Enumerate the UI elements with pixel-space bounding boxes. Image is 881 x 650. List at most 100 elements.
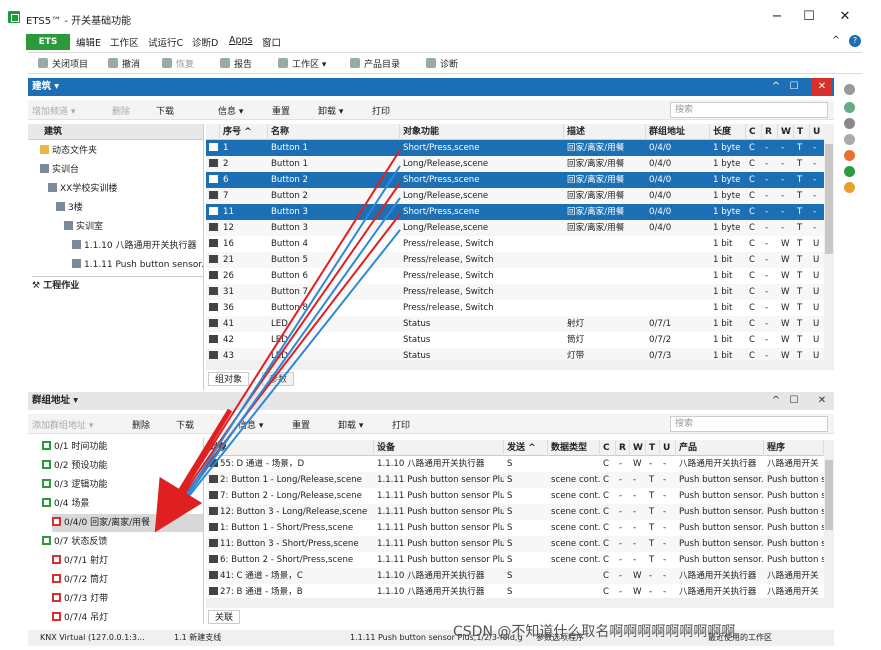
ga-column-header[interactable]: W <box>630 440 646 456</box>
ga-table-row[interactable]: 7: Button 2 - Long/Release,scene 1.1.11 P… <box>206 488 824 504</box>
ga-column-header[interactable]: R <box>616 440 630 456</box>
column-header[interactable]: R <box>762 124 778 140</box>
ga-table-row[interactable]: 27: B 通道 - 场景，B 1.1.10 八路通用开关执行器 S C - W - - 八路通… <box>206 584 824 598</box>
panel-close-icon[interactable]: ✕ <box>812 78 832 96</box>
work-item[interactable]: ⚒ 工程作业 <box>32 276 203 294</box>
search-icon[interactable] <box>844 118 855 129</box>
building-tree-item[interactable]: XX学校实训楼 <box>48 180 117 198</box>
ga-tree-item[interactable]: 0/7 状态反馈 <box>42 533 203 551</box>
ga-tree-item[interactable]: 0/4/0 回家/离家/用餐 <box>52 514 203 532</box>
connection-status[interactable]: KNX Virtual (127.0.0.1:3... <box>40 630 145 646</box>
collapse-ribbon-icon[interactable]: ^ <box>832 35 840 46</box>
undo-history-icon[interactable] <box>844 182 855 193</box>
table-row[interactable]: 12 Button 3 Long/Release,scene 回家/离家/用餐 0/4/… <box>206 220 824 236</box>
ga-tree-item[interactable]: 0/2 预设功能 <box>42 457 203 475</box>
play-icon[interactable] <box>844 166 855 177</box>
table-row[interactable]: 1 Button 1 Short/Press,scene 回家/离家/用餐 0/4/0 1… <box>206 140 824 156</box>
table-row[interactable]: 21 Button 5 Press/release, Switch 1 bit C - W T… <box>206 252 824 268</box>
table-row[interactable]: 31 Button 7 Press/release, Switch 1 bit C - W T… <box>206 284 824 300</box>
workspace-button[interactable]: 工作区 ▾ <box>278 57 326 70</box>
help-icon[interactable]: ? <box>849 35 861 47</box>
objects-scrollbar[interactable] <box>824 124 834 360</box>
minimize-button[interactable]: − <box>766 8 788 26</box>
table-row[interactable]: 16 Button 4 Press/release, Switch 1 bit C - W T… <box>206 236 824 252</box>
menu-diagnostics[interactable]: 诊断D <box>192 35 218 49</box>
panel-maximize-icon[interactable]: ☐ <box>786 78 802 96</box>
menu-apps[interactable]: Apps <box>229 35 253 46</box>
column-header[interactable]: 群组地址 <box>646 124 710 140</box>
ga-maximize-icon[interactable]: ☐ <box>786 392 802 410</box>
ga-column-header[interactable]: 发送 ^ <box>504 440 548 456</box>
table-row[interactable]: 42 LED Status 筒灯 0/7/2 1 bit C - W T U <box>206 332 824 348</box>
add-channel-button[interactable]: 增加频道 ▾ <box>32 104 75 117</box>
ga-column-header[interactable]: C <box>600 440 616 456</box>
ga-tree-item[interactable]: 0/1 时间功能 <box>42 438 203 456</box>
ga-close-icon[interactable]: ✕ <box>812 392 832 410</box>
menu-edit[interactable]: 编辑E <box>76 35 101 49</box>
ga-delete-button[interactable]: 删除 <box>132 418 150 431</box>
column-header[interactable]: 描述 <box>564 124 646 140</box>
ga-table-row[interactable]: 11: Button 3 - Short/Press,scene 1.1.11 P… <box>206 536 824 552</box>
ga-download-button[interactable]: 下载 <box>176 418 194 431</box>
ga-tree-item[interactable]: 0/7/2 筒灯 <box>52 571 203 589</box>
table-row[interactable]: 2 Button 1 Long/Release,scene 回家/离家/用餐 0/4/0… <box>206 156 824 172</box>
ga-column-header[interactable]: 产品 <box>676 440 764 456</box>
info-button[interactable]: 信息 ▾ <box>218 104 243 117</box>
table-row[interactable]: 41 LED Status 射灯 0/7/1 1 bit C - W T U <box>206 316 824 332</box>
catalog-icon[interactable] <box>844 102 855 113</box>
report-button[interactable]: 报告 <box>220 57 252 70</box>
menu-commissioning[interactable]: 试运行C <box>148 35 183 49</box>
maximize-button[interactable]: ☐ <box>798 8 820 26</box>
download-button[interactable]: 下载 <box>156 104 174 117</box>
table-row[interactable]: 36 Button 8 Press/release, Switch 1 bit C - W T… <box>206 300 824 316</box>
column-header[interactable]: 长度 <box>710 124 746 140</box>
ga-table-row[interactable]: 6: Button 2 - Short/Press,scene 1.1.11 Pu… <box>206 552 824 568</box>
properties-icon[interactable] <box>844 134 855 145</box>
ga-unload-button[interactable]: 卸载 ▾ <box>338 418 363 431</box>
building-tree-item[interactable]: 1.1.11 Push button sensor... <box>72 256 203 274</box>
redo-button[interactable]: 恢复 <box>162 57 194 70</box>
ga-tree-item[interactable]: 0/7/3 灯带 <box>52 590 203 608</box>
ga-hscrollbar[interactable] <box>206 598 834 608</box>
building-tree-item[interactable]: 3楼 <box>56 199 83 217</box>
tab-parameters[interactable]: 参数 <box>262 372 295 386</box>
reset-button[interactable]: 重置 <box>272 104 290 117</box>
column-header[interactable]: 对象功能 <box>400 124 564 140</box>
tab-group-objects[interactable]: 组对象 <box>208 372 250 386</box>
ga-column-header[interactable]: 数据类型 <box>548 440 600 456</box>
ga-print-button[interactable]: 打印 <box>392 418 410 431</box>
building-tree-item[interactable]: 实训室 <box>64 218 103 236</box>
ga-column-header[interactable]: T <box>646 440 660 456</box>
column-header[interactable] <box>206 124 220 140</box>
ga-column-header[interactable]: U <box>660 440 676 456</box>
building-tree-item[interactable]: 实训台 <box>40 161 79 179</box>
column-header[interactable]: T <box>794 124 810 140</box>
ga-column-header[interactable]: 设备 <box>374 440 504 456</box>
collapse-icon[interactable] <box>844 84 855 95</box>
ga-tree-item[interactable]: 0/7/4 吊灯 <box>52 609 203 624</box>
close-project-button[interactable]: 关闭项目 <box>38 57 88 70</box>
ga-column-header[interactable]: 程序 <box>764 440 824 456</box>
ga-tree-item[interactable]: 0/4 场景 <box>42 495 203 513</box>
history-icon[interactable] <box>844 150 855 161</box>
table-row[interactable]: 7 Button 2 Long/Release,scene 回家/离家/用餐 0/4/0… <box>206 188 824 204</box>
menu-ets[interactable]: ETS <box>26 34 70 50</box>
menu-workspace[interactable]: 工作区 <box>110 35 139 49</box>
ga-search-input[interactable]: 搜索 <box>670 416 828 432</box>
add-ga-button[interactable]: 添加群组地址 ▾ <box>32 418 93 431</box>
ga-tree-item[interactable]: 0/7/1 射灯 <box>52 552 203 570</box>
menu-window[interactable]: 窗口 <box>262 35 281 49</box>
print-button[interactable]: 打印 <box>372 104 390 117</box>
undo-button[interactable]: 撤消 <box>108 57 140 70</box>
close-button[interactable]: ✕ <box>834 8 856 26</box>
ga-table-row[interactable]: 1: Button 1 - Short/Press,scene 1.1.11 Pu… <box>206 520 824 536</box>
column-header[interactable]: C <box>746 124 762 140</box>
ga-info-button[interactable]: 信息 ▾ <box>238 418 263 431</box>
unload-button[interactable]: 卸载 ▾ <box>318 104 343 117</box>
panel-collapse-icon[interactable]: ^ <box>768 78 784 96</box>
table-row[interactable]: 26 Button 6 Press/release, Switch 1 bit C - W T… <box>206 268 824 284</box>
tab-associations[interactable]: 关联 <box>208 610 241 624</box>
building-tree-item[interactable]: 1.1.10 八路通用开关执行器 <box>72 237 197 255</box>
building-tree-item[interactable]: 动态文件夹 <box>40 142 97 160</box>
ga-table-row[interactable]: 12: Button 3 - Long/Release,scene 1.1.11 … <box>206 504 824 520</box>
